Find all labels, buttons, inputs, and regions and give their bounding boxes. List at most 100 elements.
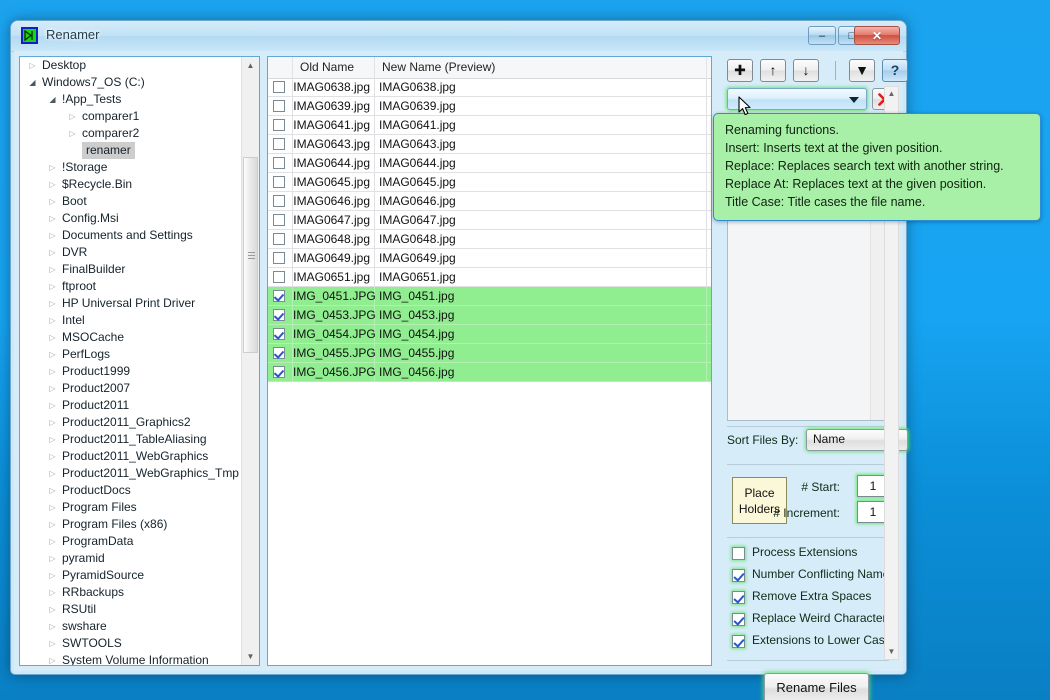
scroll-down-icon[interactable]: ▼ [242,648,259,665]
tree-item[interactable]: ▷comparer2 [20,125,242,142]
move-down-button[interactable]: ↓ [793,59,819,82]
scroll-up-icon[interactable]: ▲ [885,87,898,101]
chevron-right-icon[interactable]: ▷ [46,380,59,397]
table-row[interactable]: IMG_0456.JPGIMG_0456.jpg [268,363,711,382]
tree-item[interactable]: ▷PerfLogs [20,346,242,363]
row-select-cell[interactable] [268,249,293,267]
chevron-right-icon[interactable]: ▷ [46,295,59,312]
row-select-cell[interactable] [268,97,293,115]
chevron-right-icon[interactable]: ▷ [46,431,59,448]
tree-item[interactable]: ▷Product2011 [20,397,242,414]
column-header-check[interactable] [268,57,293,78]
checkbox-checked-icon[interactable] [273,366,285,378]
chevron-right-icon[interactable]: ▷ [26,57,39,74]
row-select-cell[interactable] [268,325,293,343]
tree-item[interactable]: ▷Documents and Settings [20,227,242,244]
tree-item[interactable]: ▷ProgramData [20,533,242,550]
table-row[interactable]: IMAG0643.jpgIMAG0643.jpg [268,135,711,154]
checkbox-icon[interactable] [732,547,745,560]
checkbox-icon[interactable] [273,195,285,207]
row-select-cell[interactable] [268,230,293,248]
checkbox-checked-icon[interactable] [273,347,285,359]
tree-item[interactable]: ▷FinalBuilder [20,261,242,278]
checkbox-icon[interactable] [273,119,285,131]
tree-item[interactable]: ▷Product2011_WebGraphics_Tmp [20,465,242,482]
checkbox-icon[interactable] [273,157,285,169]
tree-item[interactable]: ▷swshare [20,618,242,635]
chevron-right-icon[interactable]: ▷ [46,618,59,635]
row-select-cell[interactable] [268,211,293,229]
row-select-cell[interactable] [268,363,293,381]
chevron-right-icon[interactable]: ▷ [46,516,59,533]
chevron-right-icon[interactable]: ▷ [46,227,59,244]
title-bar[interactable]: Renamer – □ ✕ [11,21,906,52]
chevron-right-icon[interactable]: ▷ [46,414,59,431]
tree-item[interactable]: ▷DVR [20,244,242,261]
chevron-right-icon[interactable]: ▷ [46,652,59,665]
option-row[interactable]: Process Extensions [718,543,898,565]
chevron-right-icon[interactable]: ▷ [46,448,59,465]
tree-item[interactable]: ▷Program Files [20,499,242,516]
chevron-right-icon[interactable]: ▷ [46,567,59,584]
row-select-cell[interactable] [268,135,293,153]
checkbox-checked-icon[interactable] [732,569,745,582]
tree-item[interactable]: ◢!App_Tests [20,91,242,108]
table-row[interactable]: IMAG0639.jpgIMAG0639.jpg [268,97,711,116]
chevron-right-icon[interactable]: ▷ [46,244,59,261]
checkbox-icon[interactable] [273,233,285,245]
column-header-old-name[interactable]: Old Name [293,57,375,78]
chevron-right-icon[interactable]: ▷ [46,176,59,193]
row-select-cell[interactable] [268,344,293,362]
chevron-right-icon[interactable]: ▷ [46,533,59,550]
folder-tree-scrollbar[interactable]: ▲ ▼ [241,57,259,665]
table-row[interactable]: IMAG0649.jpgIMAG0649.jpg [268,249,711,268]
row-select-cell[interactable] [268,268,293,286]
checkbox-icon[interactable] [273,176,285,188]
row-select-cell[interactable] [268,192,293,210]
chevron-right-icon[interactable]: ▷ [46,278,59,295]
row-select-cell[interactable] [268,306,293,324]
scroll-down-icon[interactable]: ▼ [885,645,898,659]
table-row[interactable]: IMG_0454.JPGIMG_0454.jpg [268,325,711,344]
tree-item[interactable]: ◢Windows7_OS (C:) [20,74,242,91]
table-row[interactable]: IMAG0651.jpgIMAG0651.jpg [268,268,711,287]
tree-item[interactable]: ▷System Volume Information [20,652,242,665]
tree-item[interactable]: ▷RSUtil [20,601,242,618]
tree-item[interactable]: ▷SWTOOLS [20,635,242,652]
chevron-right-icon[interactable]: ▷ [46,397,59,414]
table-row[interactable]: IMG_0451.JPGIMG_0451.jpg [268,287,711,306]
tree-item[interactable]: ▷RRbackups [20,584,242,601]
chevron-right-icon[interactable]: ▷ [46,261,59,278]
checkbox-checked-icon[interactable] [732,613,745,626]
checkbox-icon[interactable] [273,214,285,226]
checkbox-icon[interactable] [273,81,285,93]
chevron-right-icon[interactable]: ▷ [46,329,59,346]
chevron-right-icon[interactable]: ▷ [46,363,59,380]
chevron-right-icon[interactable]: ▷ [46,550,59,567]
checkbox-checked-icon[interactable] [732,591,745,604]
column-header-new-name[interactable]: New Name (Preview) [375,57,707,78]
table-row[interactable]: IMAG0648.jpgIMAG0648.jpg [268,230,711,249]
chevron-right-icon[interactable]: ▷ [46,210,59,227]
chevron-right-icon[interactable]: ▷ [46,312,59,329]
tree-item[interactable]: ▷Intel [20,312,242,329]
checkbox-checked-icon[interactable] [273,328,285,340]
tree-item[interactable]: ▷Desktop [20,57,242,74]
option-row[interactable]: Number Conflicting Names [718,565,898,587]
table-row[interactable]: IMG_0453.JPGIMG_0453.jpg [268,306,711,325]
table-row[interactable]: IMAG0647.jpgIMAG0647.jpg [268,211,711,230]
row-select-cell[interactable] [268,154,293,172]
checkbox-checked-icon[interactable] [273,290,285,302]
menu-dropdown-button[interactable]: ▼ [849,59,875,82]
rename-files-button[interactable]: Rename Files [764,673,869,700]
option-row[interactable]: Remove Extra Spaces [718,587,898,609]
chevron-right-icon[interactable]: ▷ [46,346,59,363]
chevron-down-icon[interactable]: ◢ [46,91,59,108]
tree-item[interactable]: ▷comparer1 [20,108,242,125]
chevron-right-icon[interactable]: ▷ [46,584,59,601]
tree-item[interactable]: ▷Boot [20,193,242,210]
row-select-cell[interactable] [268,116,293,134]
tree-item[interactable]: ▷Config.Msi [20,210,242,227]
tree-item[interactable]: ▷Product2011_Graphics2 [20,414,242,431]
table-row[interactable]: IMAG0646.jpgIMAG0646.jpg [268,192,711,211]
